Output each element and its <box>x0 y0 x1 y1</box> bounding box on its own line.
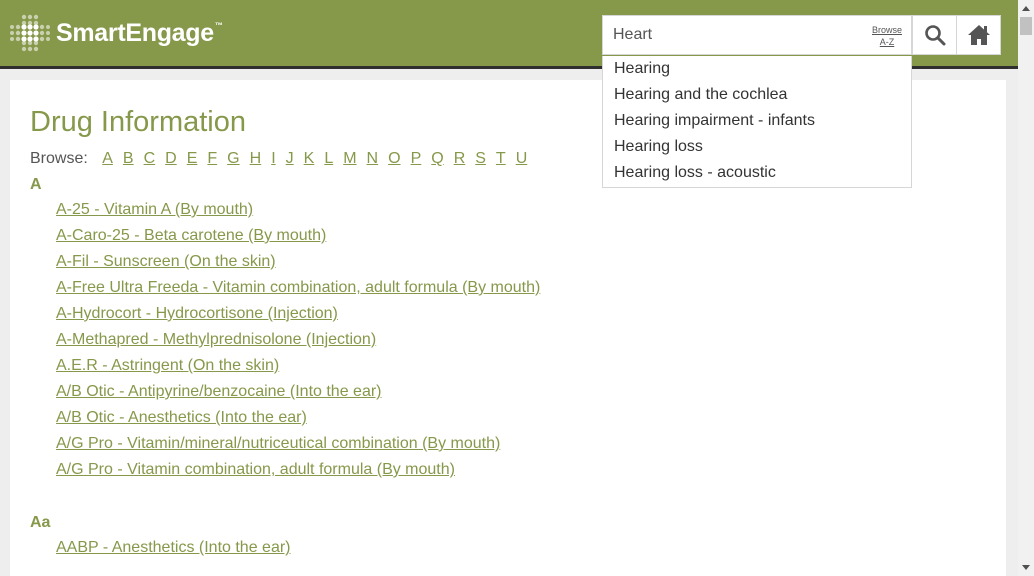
browse-az-link[interactable]: Browse A-Z <box>866 24 908 48</box>
section-heading-a: A <box>30 176 42 193</box>
drug-link[interactable]: A-Fil - Sunscreen (On the skin) <box>56 253 276 270</box>
suggestion-item[interactable]: Hearing loss - acoustic <box>603 160 911 186</box>
browse-letter-link[interactable]: H <box>250 150 262 167</box>
drug-link[interactable]: A/G Pro - Vitamin/mineral/nutriceutical … <box>56 435 500 452</box>
list-item: A/B Otic - Antipyrine/benzocaine (Into t… <box>56 379 540 405</box>
scrollbar-thumb[interactable] <box>1020 17 1032 35</box>
section-heading-aa: Aa <box>30 514 51 531</box>
search-suggestions: Hearing Hearing and the cochlea Hearing im… <box>602 56 912 188</box>
drug-link[interactable]: A-Methapred - Methylprednisolone (Inject… <box>56 331 376 348</box>
suggestion-item[interactable]: Hearing and the cochlea <box>603 82 911 108</box>
drug-link[interactable]: A-25 - Vitamin A (By mouth) <box>56 201 253 218</box>
browse-letter-link[interactable]: E <box>187 150 198 167</box>
browse-letter-link[interactable]: A <box>102 150 113 167</box>
browse-letter-link[interactable]: J <box>286 150 294 167</box>
browse-letter-link[interactable]: P <box>411 150 422 167</box>
browse-letter-link[interactable]: T <box>496 150 506 167</box>
browse-letter-link[interactable]: G <box>227 150 239 167</box>
list-item: A-Fil - Sunscreen (On the skin) <box>56 249 540 275</box>
list-item: AABP - Anesthetics (Into the ear) <box>56 535 291 561</box>
list-item: A/G Pro - Vitamin combination, adult for… <box>56 457 540 483</box>
brand-logo[interactable]: SmartEngage™ <box>10 13 223 53</box>
drug-list-a: A-25 - Vitamin A (By mouth) A-Caro-25 - B… <box>56 197 540 483</box>
search-icon <box>924 25 945 46</box>
browse-letter-link[interactable]: O <box>388 150 400 167</box>
list-item: A/G Pro - Vitamin/mineral/nutriceutical … <box>56 431 540 457</box>
suggestion-item[interactable]: Hearing <box>603 56 911 82</box>
drug-link[interactable]: A.E.R - Astringent (On the skin) <box>56 357 279 374</box>
list-item: A-Caro-25 - Beta carotene (By mouth) <box>56 223 540 249</box>
browse-letter-link[interactable]: B <box>123 150 134 167</box>
page-title: Drug Information <box>30 106 246 138</box>
browse-letter-link[interactable]: S <box>475 150 486 167</box>
browse-letter-link[interactable]: I <box>271 150 275 167</box>
browse-letter-link[interactable]: D <box>165 150 177 167</box>
drug-link[interactable]: A/B Otic - Antipyrine/benzocaine (Into t… <box>56 383 382 400</box>
browse-letter-link[interactable]: N <box>367 150 379 167</box>
list-item: A/B Otic - Anesthetics (Into the ear) <box>56 405 540 431</box>
home-icon <box>967 25 990 45</box>
suggestion-item[interactable]: Hearing impairment - infants <box>603 108 911 134</box>
suggestion-item[interactable]: Hearing loss <box>603 134 911 160</box>
list-item: A.E.R - Astringent (On the skin) <box>56 353 540 379</box>
browse-letter-link[interactable]: U <box>516 150 528 167</box>
list-item: A-Methapred - Methylprednisolone (Inject… <box>56 327 540 353</box>
browse-letter-link[interactable]: C <box>144 150 156 167</box>
browse-letter-link[interactable]: Q <box>431 150 443 167</box>
drug-link[interactable]: A-Caro-25 - Beta carotene (By mouth) <box>56 227 326 244</box>
browse-letter-link[interactable]: L <box>324 150 333 167</box>
search-input[interactable] <box>603 16 863 54</box>
browse-label: Browse: <box>30 150 88 167</box>
drug-link[interactable]: A/B Otic - Anesthetics (Into the ear) <box>56 409 307 426</box>
list-item: A-Free Ultra Freeda - Vitamin combinatio… <box>56 275 540 301</box>
drug-list-aa: AABP - Anesthetics (Into the ear) <box>56 535 291 561</box>
list-item: A-Hydrocort - Hydrocortisone (Injection) <box>56 301 540 327</box>
list-item: A-25 - Vitamin A (By mouth) <box>56 197 540 223</box>
drug-link[interactable]: A/G Pro - Vitamin combination, adult for… <box>56 461 455 478</box>
drug-link[interactable]: A-Free Ultra Freeda - Vitamin combinatio… <box>56 279 540 296</box>
search-button[interactable] <box>912 15 957 55</box>
browse-letter-link[interactable]: R <box>454 150 466 167</box>
scroll-up-arrow-icon[interactable] <box>1018 0 1034 17</box>
browse-letter-link[interactable]: K <box>304 150 315 167</box>
browse-letter-link[interactable]: F <box>207 150 217 167</box>
logo-cross-icon <box>10 14 50 52</box>
drug-link[interactable]: AABP - Anesthetics (Into the ear) <box>56 539 291 556</box>
alphabet-links: ABCDEFGHIJKLMNOPQRSTU <box>92 150 527 167</box>
brand-name: SmartEngage™ <box>56 18 223 47</box>
drug-link[interactable]: A-Hydrocort - Hydrocortisone (Injection) <box>56 305 338 322</box>
scroll-down-arrow-icon[interactable] <box>1018 559 1034 576</box>
browse-letter-link[interactable]: M <box>343 150 356 167</box>
alphabet-browse: Browse: ABCDEFGHIJKLMNOPQRSTU <box>30 150 527 168</box>
home-button[interactable] <box>956 15 1001 55</box>
vertical-scrollbar[interactable] <box>1018 0 1034 576</box>
